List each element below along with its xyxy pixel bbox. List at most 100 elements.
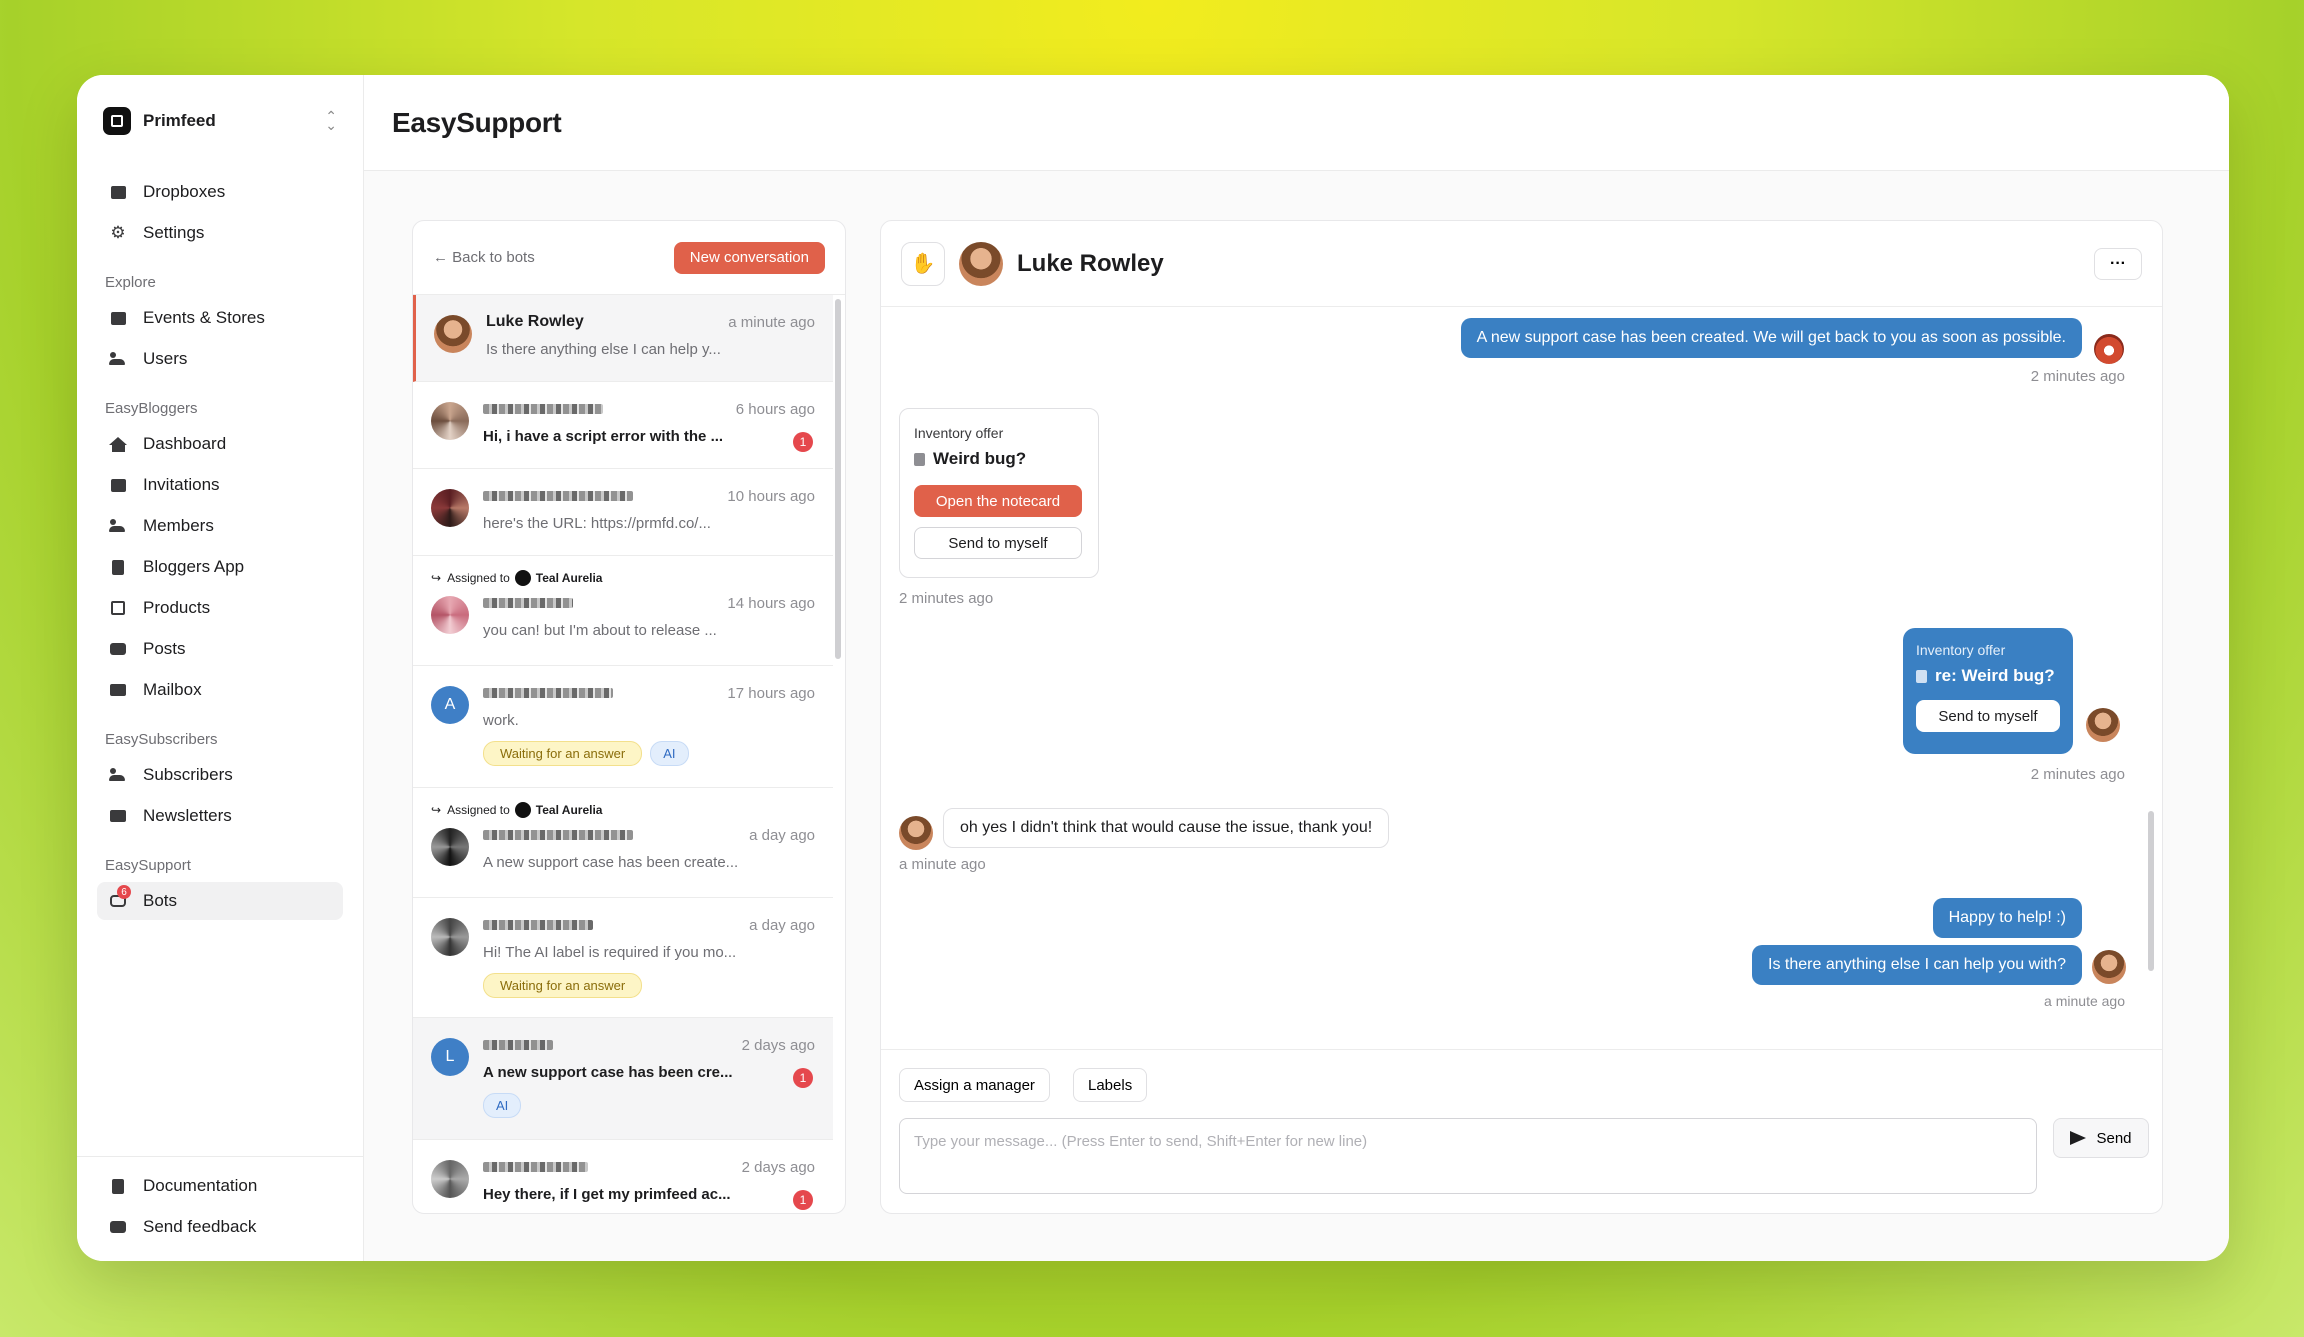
redacted-name bbox=[483, 404, 603, 414]
sidebar-item-products[interactable]: Products bbox=[97, 589, 343, 627]
send-to-myself-button[interactable]: Send to myself bbox=[914, 527, 1082, 559]
conversation-preview: work. bbox=[483, 712, 519, 729]
sidebar-item-label: Bloggers App bbox=[143, 557, 245, 576]
redacted-name bbox=[483, 598, 573, 608]
conversation-item[interactable]: 2 days ago Hey there, if I get my primfe… bbox=[413, 1140, 833, 1213]
conversation-time: 2 days ago bbox=[741, 1036, 815, 1054]
sidebar-item-dropboxes[interactable]: Dropboxes bbox=[97, 173, 343, 211]
unread-badge: 1 bbox=[793, 1190, 813, 1210]
inbox-icon bbox=[109, 477, 127, 493]
avatar bbox=[431, 828, 469, 866]
message-time: 2 minutes ago bbox=[2030, 368, 2125, 385]
conversation-item[interactable]: 10 hours ago here's the URL: https://prm… bbox=[413, 469, 833, 556]
card-subject: Weird bug? bbox=[933, 449, 1027, 468]
sidebar-item-label: Events & Stores bbox=[143, 308, 265, 327]
sidebar-item-label: Posts bbox=[143, 639, 186, 658]
sidebar-item-invitations[interactable]: Invitations bbox=[97, 466, 343, 504]
conversation-item[interactable]: ↪ Assigned to Teal Aurelia a day ago A n… bbox=[413, 788, 833, 898]
document-icon bbox=[109, 559, 127, 575]
page-title: EasySupport bbox=[392, 106, 562, 138]
new-conversation-button[interactable]: New conversation bbox=[673, 241, 825, 274]
avatar bbox=[431, 596, 469, 634]
status-badge: Waiting for an answer bbox=[483, 973, 643, 998]
sidebar-item-members[interactable]: Members bbox=[97, 507, 343, 545]
assigned-to-label: ↪ Assigned to Teal Aurelia bbox=[431, 556, 815, 586]
section-label-easysubscribers: EasySubscribers bbox=[105, 731, 218, 748]
inventory-offer-card-outgoing: Inventory offer re: Weird bug? Send to m… bbox=[1903, 628, 2073, 754]
sidebar-divider bbox=[77, 1156, 363, 1157]
subscribers-icon bbox=[109, 767, 127, 783]
sidebar: Primfeed ⌃ ⌄ Dropboxes ⚙ Settings Explore… bbox=[77, 75, 364, 1261]
sidebar-item-label: Users bbox=[143, 349, 188, 368]
sidebar-item-bots[interactable]: 6 Bots bbox=[97, 882, 343, 920]
sidebar-item-label: Newsletters bbox=[143, 806, 232, 825]
contact-avatar bbox=[959, 241, 1003, 286]
assignee-avatar bbox=[514, 570, 531, 586]
assign-manager-button[interactable]: Assign a manager bbox=[899, 1068, 1050, 1102]
sidebar-item-subscribers[interactable]: Subscribers bbox=[97, 756, 343, 794]
conversation-preview: Hey there, if I get my primfeed ac... bbox=[483, 1186, 731, 1203]
contact-avatar bbox=[899, 816, 933, 850]
sidebar-item-label: Send feedback bbox=[143, 1217, 257, 1236]
send-icon bbox=[2070, 1131, 2087, 1145]
assigned-prefix: Assigned to bbox=[447, 571, 510, 585]
contact-name: Luke Rowley bbox=[1017, 249, 1164, 277]
message-list: A new support case has been created. We … bbox=[881, 308, 2162, 1048]
conversation-time: 6 hours ago bbox=[735, 400, 815, 418]
conversation-item[interactable]: L 2 days ago A new support case has been… bbox=[413, 1018, 833, 1140]
members-icon bbox=[109, 518, 127, 534]
reply-arrow-icon: ↪ bbox=[431, 571, 442, 585]
more-options-button[interactable]: ··· bbox=[2094, 247, 2142, 280]
back-to-bots-link[interactable]: ← Back to bots bbox=[433, 249, 535, 266]
sidebar-item-settings[interactable]: ⚙ Settings bbox=[97, 214, 343, 252]
open-notecard-button[interactable]: Open the notecard bbox=[914, 485, 1082, 517]
gear-icon: ⚙ bbox=[110, 223, 126, 242]
conversation-time: 10 hours ago bbox=[727, 487, 815, 505]
sidebar-item-bloggers-app[interactable]: Bloggers App bbox=[97, 548, 343, 586]
assigned-to-label: ↪ Assigned to Teal Aurelia bbox=[431, 788, 815, 818]
workspace-switcher[interactable]: Primfeed ⌃ ⌄ bbox=[97, 103, 343, 139]
message-bubble-outgoing: Is there anything else I can help you wi… bbox=[1752, 945, 2082, 985]
send-button[interactable]: Send bbox=[2053, 1118, 2149, 1158]
sidebar-item-dashboard[interactable]: Dashboard bbox=[97, 425, 343, 463]
conversation-item[interactable]: 6 hours ago Hi, i have a script error wi… bbox=[413, 382, 833, 469]
primfeed-logo-icon bbox=[103, 107, 131, 135]
message-bubble-incoming: oh yes I didn't think that would cause t… bbox=[943, 808, 1390, 848]
sidebar-item-documentation[interactable]: Documentation bbox=[97, 1167, 343, 1205]
avatar: A bbox=[431, 686, 469, 724]
ai-badge: AI bbox=[650, 741, 689, 766]
redacted-name bbox=[483, 688, 613, 698]
contact-avatar bbox=[2086, 708, 2120, 742]
sidebar-item-newsletters[interactable]: Newsletters bbox=[97, 797, 343, 835]
card-title: Inventory offer bbox=[1916, 642, 2006, 658]
conversation-preview: here's the URL: https://prmfd.co/... bbox=[483, 515, 711, 532]
redacted-name bbox=[483, 491, 633, 501]
conversation-item[interactable]: ↪ Assigned to Teal Aurelia 14 hours ago … bbox=[413, 556, 833, 666]
labels-button[interactable]: Labels bbox=[1073, 1068, 1148, 1102]
sidebar-bottom: Documentation Send feedback bbox=[97, 1167, 343, 1249]
conversation-item[interactable]: a day ago Hi! The AI label is required i… bbox=[413, 898, 833, 1018]
conversation-list: ← Back to bots New conversation Luke Row… bbox=[412, 220, 846, 1214]
conversation-item[interactable]: A 17 hours ago work. Waiting for an answ… bbox=[413, 666, 833, 788]
send-to-myself-button[interactable]: Send to myself bbox=[1916, 700, 2060, 732]
message-time: a minute ago bbox=[899, 856, 986, 873]
top-bar: EasySupport bbox=[364, 75, 2229, 171]
chevron-up-down-icon: ⌃ ⌄ bbox=[325, 108, 337, 133]
list-scrollbar[interactable] bbox=[835, 299, 841, 659]
sidebar-item-users[interactable]: Users bbox=[97, 340, 343, 378]
home-icon bbox=[109, 436, 127, 452]
sidebar-item-posts[interactable]: Posts bbox=[97, 630, 343, 668]
bot-avatar bbox=[2094, 334, 2124, 364]
chat-scrollbar[interactable] bbox=[2148, 811, 2154, 971]
sidebar-item-events-stores[interactable]: Events & Stores bbox=[97, 299, 343, 337]
chat-header: ✋ Luke Rowley ··· bbox=[881, 221, 2162, 307]
avatar bbox=[431, 1160, 469, 1198]
conversation-time: 14 hours ago bbox=[727, 594, 815, 612]
sidebar-item-mailbox[interactable]: Mailbox bbox=[97, 671, 343, 709]
feedback-icon bbox=[109, 1219, 127, 1235]
message-input[interactable] bbox=[899, 1118, 2037, 1194]
unread-badge: 1 bbox=[793, 1068, 813, 1088]
hand-icon[interactable]: ✋ bbox=[901, 241, 945, 286]
conversation-item[interactable]: Luke Rowley a minute ago Is there anythi… bbox=[413, 295, 833, 382]
sidebar-item-send-feedback[interactable]: Send feedback bbox=[97, 1208, 343, 1246]
